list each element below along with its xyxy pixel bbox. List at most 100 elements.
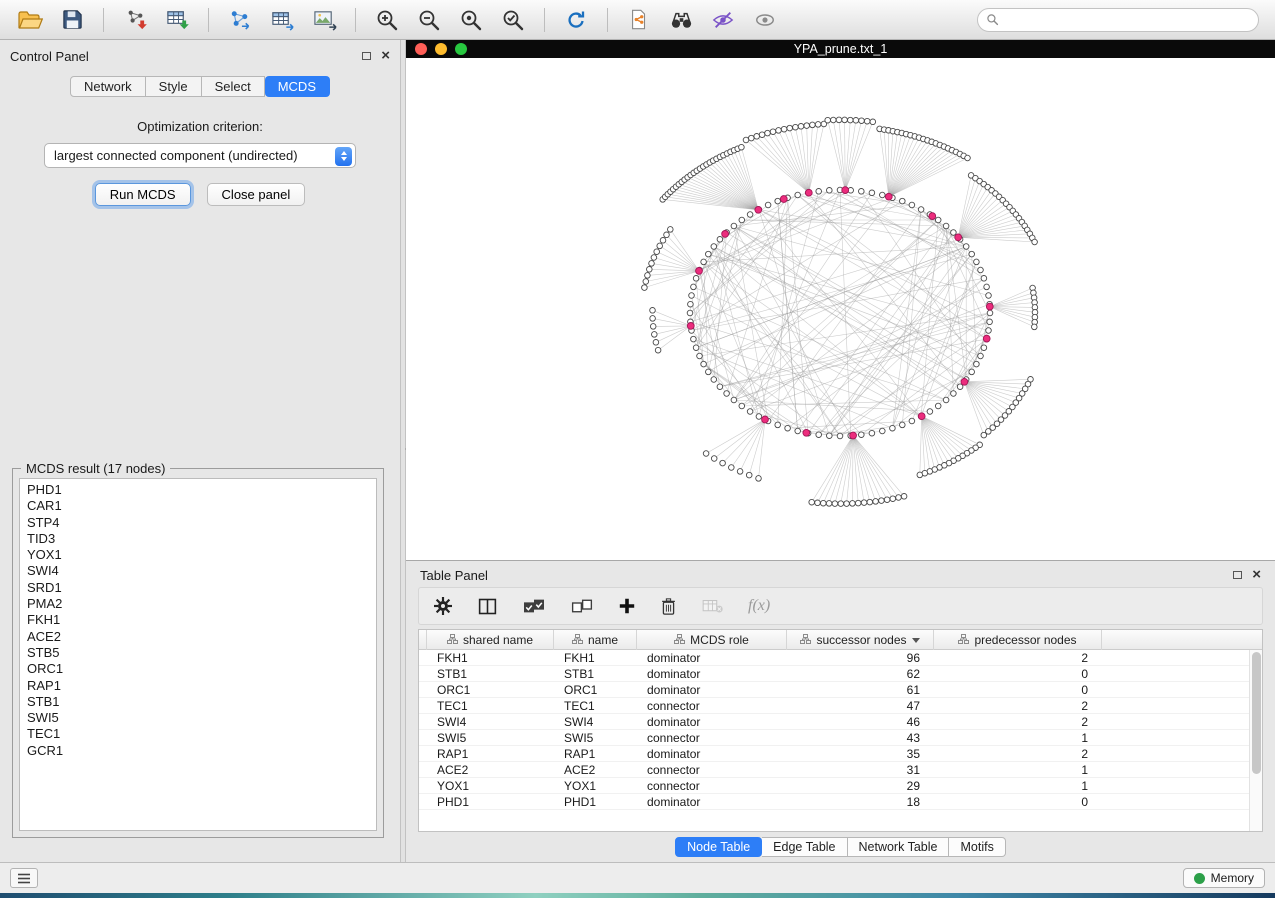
import-table-button[interactable] bbox=[157, 4, 197, 36]
result-node[interactable]: GCR1 bbox=[27, 743, 369, 759]
toggle-graphics-button[interactable] bbox=[703, 4, 743, 36]
table-row[interactable]: STB1STB1dominator620 bbox=[419, 666, 1249, 682]
control-panel-tabs: NetworkStyleSelectMCDS bbox=[0, 76, 400, 97]
result-node[interactable]: SWI4 bbox=[27, 563, 369, 579]
attribute-icon bbox=[572, 633, 583, 647]
result-node[interactable]: STB1 bbox=[27, 694, 369, 710]
status-bar: Memory bbox=[0, 862, 1275, 893]
tab-style[interactable]: Style bbox=[146, 76, 202, 97]
search-icon bbox=[986, 13, 999, 26]
table-row[interactable]: ORC1ORC1dominator610 bbox=[419, 682, 1249, 698]
export-image-icon bbox=[312, 8, 337, 31]
refresh-icon bbox=[564, 8, 588, 32]
zoom-out-button[interactable] bbox=[409, 4, 449, 36]
table-settings-button[interactable] bbox=[433, 596, 453, 616]
table-row[interactable]: YOX1YOX1connector291 bbox=[419, 778, 1249, 794]
mcds-result-title: MCDS result (17 nodes) bbox=[21, 461, 170, 476]
result-node[interactable]: FKH1 bbox=[27, 612, 369, 628]
result-node[interactable]: PMA2 bbox=[27, 596, 369, 612]
zoom-in-button[interactable] bbox=[367, 4, 407, 36]
cell-shared-name: SWI4 bbox=[427, 714, 554, 730]
column-header-MCDS-role[interactable]: MCDS role bbox=[637, 630, 787, 650]
result-node[interactable]: STP4 bbox=[27, 515, 369, 531]
table-panel-title: Table Panel bbox=[420, 568, 488, 583]
find-button[interactable] bbox=[661, 4, 701, 36]
minimize-window-icon[interactable] bbox=[435, 43, 447, 55]
cell-shared-name: STB1 bbox=[427, 666, 554, 682]
table-row[interactable]: TEC1TEC1connector472 bbox=[419, 698, 1249, 714]
tab-network-table[interactable]: Network Table bbox=[848, 837, 950, 857]
open-session-button[interactable] bbox=[10, 4, 50, 36]
cell-name: YOX1 bbox=[554, 778, 637, 794]
optimization-label: Optimization criterion: bbox=[0, 119, 400, 134]
share-document-icon bbox=[628, 8, 650, 31]
cell-predecessor-nodes: 0 bbox=[934, 666, 1102, 682]
float-panel-icon[interactable] bbox=[362, 52, 371, 60]
maximize-window-icon[interactable] bbox=[455, 43, 467, 55]
save-session-button[interactable] bbox=[52, 4, 92, 36]
table-row[interactable]: SWI4SWI4dominator462 bbox=[419, 714, 1249, 730]
column-header-name[interactable]: name bbox=[554, 630, 637, 650]
network-graph[interactable] bbox=[406, 58, 1275, 560]
result-node[interactable]: YOX1 bbox=[27, 547, 369, 563]
close-window-icon[interactable] bbox=[415, 43, 427, 55]
import-network-button[interactable] bbox=[115, 4, 155, 36]
tab-network[interactable]: Network bbox=[70, 76, 146, 97]
table-row[interactable]: RAP1RAP1dominator352 bbox=[419, 746, 1249, 762]
search-input[interactable] bbox=[1004, 13, 1250, 27]
zoom-fit-button[interactable] bbox=[451, 4, 491, 36]
tab-select[interactable]: Select bbox=[202, 76, 265, 97]
table-row[interactable]: PHD1PHD1dominator180 bbox=[419, 794, 1249, 810]
network-title: YPA_prune.txt_1 bbox=[794, 42, 888, 56]
result-node[interactable]: RAP1 bbox=[27, 678, 369, 694]
tab-edge-table[interactable]: Edge Table bbox=[762, 837, 847, 857]
close-table-panel-icon[interactable]: × bbox=[1252, 570, 1261, 580]
function-builder-button[interactable]: f(x) bbox=[748, 597, 770, 615]
run-mcds-button[interactable]: Run MCDS bbox=[95, 183, 191, 206]
cell-MCDS-role: dominator bbox=[637, 794, 787, 810]
share-document-button[interactable] bbox=[619, 4, 659, 36]
select-all-button[interactable] bbox=[522, 596, 546, 616]
result-node[interactable]: SRD1 bbox=[27, 580, 369, 596]
bird-eye-button[interactable] bbox=[745, 4, 785, 36]
column-header-predecessor-nodes[interactable]: predecessor nodes bbox=[934, 630, 1102, 650]
table-row[interactable]: FKH1FKH1dominator962 bbox=[419, 650, 1249, 666]
refresh-button[interactable] bbox=[556, 4, 596, 36]
tab-mcds[interactable]: MCDS bbox=[265, 76, 330, 97]
table-scrollbar[interactable] bbox=[1249, 650, 1262, 831]
result-node[interactable]: PHD1 bbox=[27, 482, 369, 498]
tab-node-table[interactable]: Node Table bbox=[675, 837, 762, 857]
result-node[interactable]: STB5 bbox=[27, 645, 369, 661]
close-panel-icon[interactable]: × bbox=[381, 51, 390, 61]
optimization-select[interactable]: largest connected component (undirected) bbox=[44, 143, 356, 168]
plus-icon bbox=[618, 597, 636, 615]
show-columns-button[interactable] bbox=[477, 596, 498, 617]
result-node[interactable]: ACE2 bbox=[27, 629, 369, 645]
scrollbar-thumb[interactable] bbox=[1252, 652, 1261, 774]
result-node[interactable]: TID3 bbox=[27, 531, 369, 547]
result-node[interactable]: CAR1 bbox=[27, 498, 369, 514]
float-table-panel-icon[interactable] bbox=[1233, 571, 1242, 579]
add-column-button[interactable] bbox=[618, 597, 636, 615]
close-panel-button[interactable]: Close panel bbox=[207, 183, 306, 206]
cell-shared-name: RAP1 bbox=[427, 746, 554, 762]
gear-icon bbox=[433, 596, 453, 616]
table-row[interactable]: SWI5SWI5connector431 bbox=[419, 730, 1249, 746]
delete-column-button[interactable] bbox=[660, 597, 677, 616]
result-node[interactable]: SWI5 bbox=[27, 710, 369, 726]
export-image-button[interactable] bbox=[304, 4, 344, 36]
tab-motifs[interactable]: Motifs bbox=[949, 837, 1005, 857]
cell-name: ORC1 bbox=[554, 682, 637, 698]
table-row[interactable]: ACE2ACE2connector311 bbox=[419, 762, 1249, 778]
memory-button[interactable]: Memory bbox=[1183, 868, 1265, 888]
show-panels-button[interactable] bbox=[10, 868, 38, 888]
result-node[interactable]: ORC1 bbox=[27, 661, 369, 677]
export-table-button[interactable] bbox=[262, 4, 302, 36]
zoom-selected-button[interactable] bbox=[493, 4, 533, 36]
column-header-successor-nodes[interactable]: successor nodes bbox=[787, 630, 934, 650]
cell-successor-nodes: 61 bbox=[787, 682, 934, 698]
unselect-all-button[interactable] bbox=[570, 596, 594, 616]
export-network-button[interactable] bbox=[220, 4, 260, 36]
result-node[interactable]: TEC1 bbox=[27, 726, 369, 742]
column-header-shared-name[interactable]: shared name bbox=[427, 630, 554, 650]
